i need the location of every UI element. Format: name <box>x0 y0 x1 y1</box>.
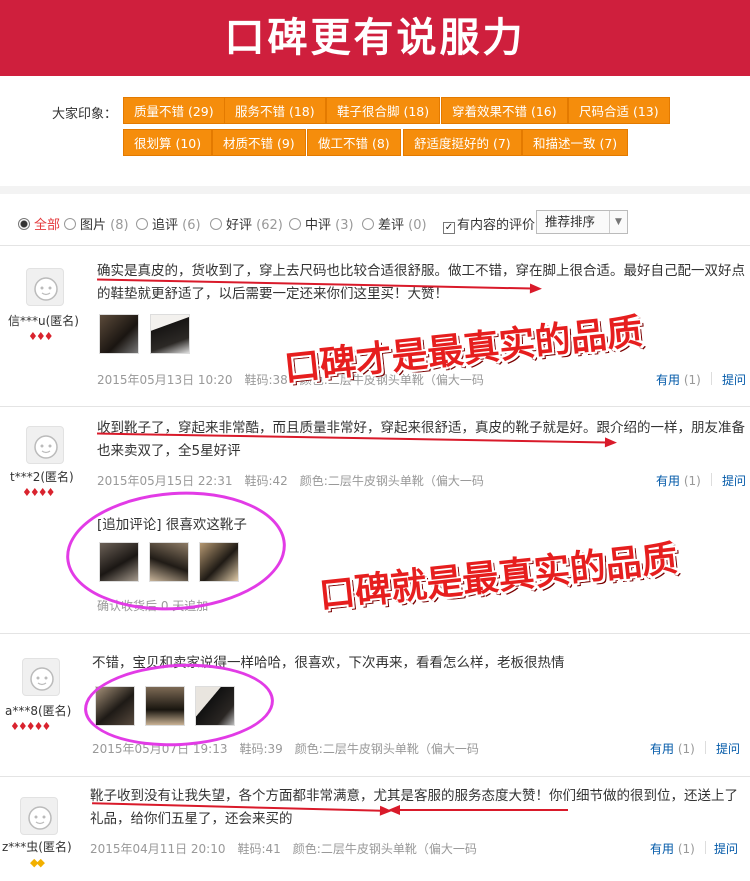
review-filter-bar: 全部 图片 (8) 追评 (6) 好评 (62) 中评 (3) 差评 (0) ✓… <box>0 198 750 246</box>
avatar <box>20 797 58 835</box>
review-item: z***虫(匿名) ◆◆ 靴子收到没有让我失望，各个方面都非常满意，尤其是客服的… <box>0 777 750 881</box>
radio-icon <box>64 218 76 230</box>
useful-button[interactable]: 有用 (1) <box>650 740 695 757</box>
useful-button[interactable]: 有用 (1) <box>656 472 701 489</box>
divider <box>705 841 706 854</box>
useful-button[interactable]: 有用 (1) <box>656 371 701 388</box>
back-arrow <box>388 805 568 815</box>
divider <box>705 741 706 754</box>
reply-button[interactable]: 提问 <box>714 840 738 857</box>
impressions-label: 大家印象： <box>52 107 118 122</box>
review-photo[interactable] <box>150 314 190 354</box>
filter-images[interactable]: 图片 (8) <box>64 214 129 233</box>
review-meta: 2015年04月11日 20:10 鞋码:41 颜色:二层牛皮钢头单靴（偏大一码 <box>90 842 477 856</box>
impression-tag[interactable]: 材质不错 (9) <box>212 129 306 156</box>
impression-tag[interactable]: 鞋子很合脚 (18) <box>326 97 441 124</box>
username: t***2(匿名) <box>10 470 74 484</box>
divider <box>711 473 712 486</box>
review-meta: 2015年05月15日 22:31 鞋码:42 颜色:二层牛皮钢头单靴（偏大一码 <box>97 474 484 488</box>
sort-select[interactable]: 推荐排序 ▼ <box>536 210 628 234</box>
reply-button[interactable]: 提问 <box>722 472 746 489</box>
rank-icon: ♦♦♦♦ <box>22 486 55 499</box>
review-text: 靴子收到没有让我失望，各个方面都非常满意，尤其是客服的服务态度大赞！你们细节做的… <box>90 788 738 827</box>
impression-tag[interactable]: 舒适度挺好的 (7) <box>403 129 522 156</box>
radio-icon <box>210 218 222 230</box>
section-divider <box>0 186 750 194</box>
username: a***8(匿名) <box>5 704 72 718</box>
impression-tag[interactable]: 穿着效果不错 (16) <box>441 97 568 124</box>
reply-button[interactable]: 提问 <box>716 740 740 757</box>
radio-icon <box>18 218 30 230</box>
impression-tag[interactable]: 服务不错 (18) <box>224 97 326 124</box>
banner: 口碑更有说服力 <box>0 0 750 76</box>
radio-icon <box>362 218 374 230</box>
reply-button[interactable]: 提问 <box>722 371 746 388</box>
radio-icon <box>289 218 301 230</box>
impression-tag[interactable]: 尺码合适 (13) <box>568 97 670 124</box>
username: 信***u(匿名) <box>8 314 79 328</box>
impression-tag[interactable]: 做工不错 (8) <box>307 129 401 156</box>
has-content-checkbox[interactable]: ✓ 有内容的评价 <box>443 214 535 234</box>
username: z***虫(匿名) <box>2 840 72 854</box>
filter-all[interactable]: 全部 <box>18 214 60 233</box>
checkmark-icon: ✓ <box>443 222 455 234</box>
impression-tag[interactable]: 和描述一致 (7) <box>522 129 629 156</box>
filter-negative[interactable]: 差评 (0) <box>362 214 427 233</box>
avatar <box>22 658 60 696</box>
divider <box>711 372 712 385</box>
review-photo[interactable] <box>99 314 139 354</box>
radio-icon <box>136 218 148 230</box>
impressions-panel: 大家印象： 质量不错 (29) 服务不错 (18) 鞋子很合脚 (18) 穿着效… <box>0 76 750 186</box>
review-text: 确实是真皮的，货收到了，穿上去尺码也比较合适很舒服。做工不错，穿在脚上很合适。最… <box>97 263 745 302</box>
rank-icon: ◆◆ <box>30 856 45 869</box>
impression-tag[interactable]: 很划算 (10) <box>123 129 213 156</box>
avatar <box>26 268 64 306</box>
chevron-down-icon: ▼ <box>609 211 627 233</box>
impression-tag[interactable]: 质量不错 (29) <box>123 97 225 124</box>
avatar <box>26 426 64 464</box>
rank-icon: ♦♦♦ <box>28 330 54 343</box>
filter-positive[interactable]: 好评 (62) <box>210 214 283 233</box>
filter-neutral[interactable]: 中评 (3) <box>289 214 354 233</box>
rank-icon: ♦♦♦♦♦ <box>10 720 51 733</box>
useful-button[interactable]: 有用 (1) <box>650 840 695 857</box>
banner-title: 口碑更有说服力 <box>224 15 526 61</box>
filter-followup[interactable]: 追评 (6) <box>136 214 201 233</box>
